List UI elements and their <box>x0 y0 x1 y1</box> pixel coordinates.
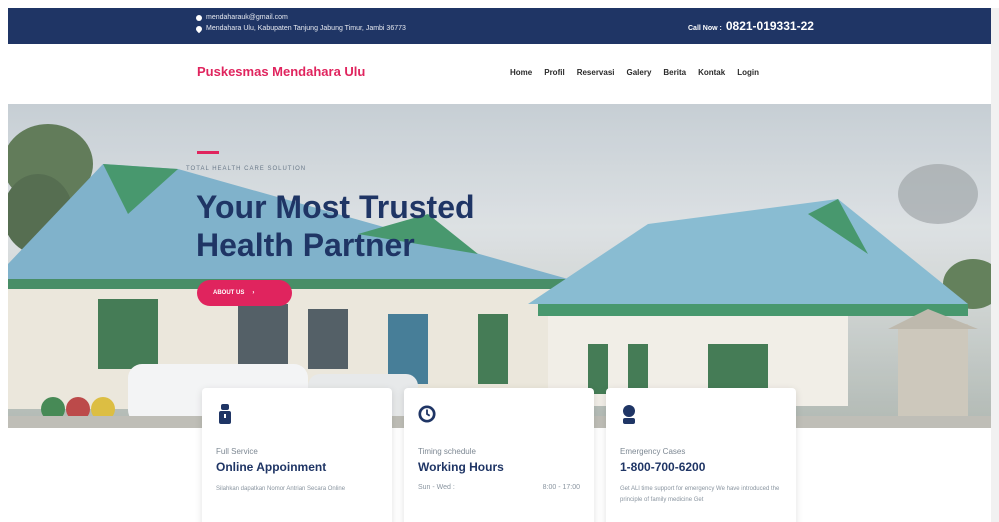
about-us-label: ABOUT US <box>213 290 245 296</box>
top-contact-bar: mendaharauk@gmail.com Mendahara Ulu, Kab… <box>8 8 991 44</box>
call-now: Call Now : 0821-019331-22 <box>688 19 814 33</box>
card-title: 1-800-700-6200 <box>620 460 706 474</box>
emergency-icon <box>623 405 635 424</box>
hero-banner: TOTAL HEALTH CARE SOLUTION Your Most Tru… <box>8 104 991 428</box>
hours-day: Sun - Wed : <box>418 484 455 491</box>
hours-time: 8:00 - 17:00 <box>542 484 580 491</box>
card-online-appointment[interactable]: Full Service Online Appoinment Silahkan … <box>202 388 392 522</box>
nav-galery[interactable]: Galery <box>627 68 652 77</box>
nav-reservasi[interactable]: Reservasi <box>577 68 615 77</box>
clock-icon <box>418 405 436 423</box>
contact-info: mendaharauk@gmail.com Mendahara Ulu, Kab… <box>194 12 406 34</box>
chevron-right-icon: › <box>252 290 255 296</box>
card-title: Working Hours <box>418 460 504 474</box>
call-label: Call Now : <box>688 25 722 32</box>
nav-home[interactable]: Home <box>510 68 532 77</box>
about-us-button[interactable]: ABOUT US › <box>197 280 292 306</box>
card-description: Silahkan dapatkan Nomor Antrian Secara O… <box>216 486 346 492</box>
card-subtitle: Timing schedule <box>418 447 476 456</box>
hero-title-line1: Your Most Trusted <box>196 189 475 225</box>
nav-kontak[interactable]: Kontak <box>698 68 725 77</box>
nav-profil[interactable]: Profil <box>544 68 564 77</box>
scrollbar[interactable] <box>991 8 999 522</box>
doctor-icon <box>219 404 231 424</box>
hero-background-image <box>8 104 991 428</box>
card-working-hours[interactable]: Timing schedule Working Hours Sun - Wed … <box>404 388 594 522</box>
email-link[interactable]: mendaharauk@gmail.com <box>206 12 288 23</box>
main-header: Puskesmas Mendahara Ulu Home Profil Rese… <box>8 44 991 104</box>
feature-cards: Full Service Online Appoinment Silahkan … <box>202 388 796 522</box>
address-row: Mendahara Ulu, Kabupaten Tanjung Jabung … <box>194 23 406 34</box>
main-nav: Home Profil Reservasi Galery Berita Kont… <box>510 68 759 77</box>
page-frame: mendaharauk@gmail.com Mendahara Ulu, Kab… <box>8 8 991 522</box>
hero-eyebrow: TOTAL HEALTH CARE SOLUTION <box>186 166 307 172</box>
hours-row: Sun - Wed : 8:00 - 17:00 <box>418 484 580 491</box>
address-text: Mendahara Ulu, Kabupaten Tanjung Jabung … <box>206 25 406 32</box>
nav-login[interactable]: Login <box>737 68 759 77</box>
site-logo[interactable]: Puskesmas Mendahara Ulu <box>197 64 365 79</box>
nav-berita[interactable]: Berita <box>663 68 686 77</box>
call-number[interactable]: 0821-019331-22 <box>726 19 814 33</box>
card-subtitle: Emergency Cases <box>620 447 686 456</box>
email-row: mendaharauk@gmail.com <box>196 12 406 23</box>
card-description: Get ALl time support for emergency We ha… <box>620 486 780 503</box>
hero-title: Your Most Trusted Health Partner <box>196 188 516 264</box>
location-pin-icon <box>194 24 204 33</box>
card-subtitle: Full Service <box>216 447 258 456</box>
card-emergency[interactable]: Emergency Cases 1-800-700-6200 Get ALl t… <box>606 388 796 522</box>
hero-title-line2: Health Partner <box>196 227 415 263</box>
hero-accent-line <box>197 151 219 154</box>
mail-icon <box>196 14 202 21</box>
card-title: Online Appoinment <box>216 460 327 474</box>
